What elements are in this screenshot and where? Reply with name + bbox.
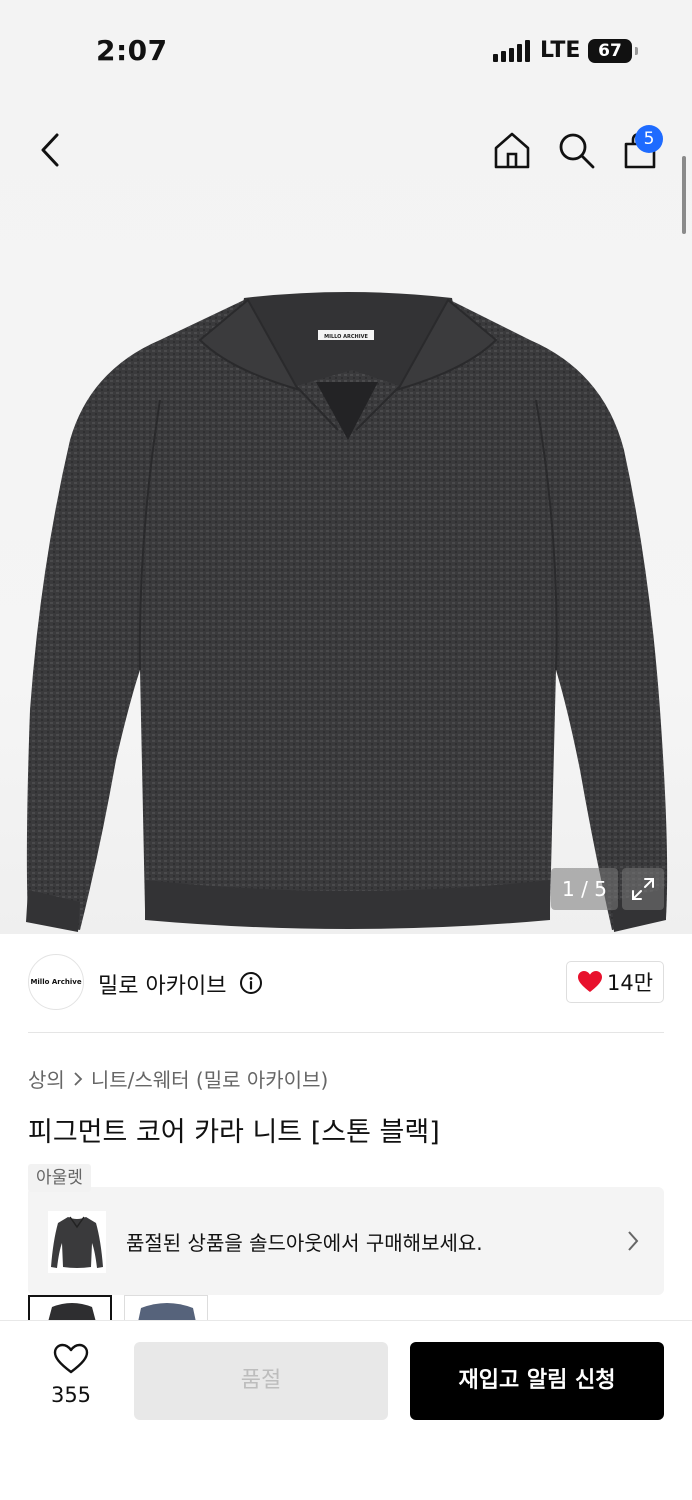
expand-icon	[632, 878, 654, 900]
search-button[interactable]	[554, 128, 598, 172]
wishlist-button[interactable]: 355	[36, 1343, 106, 1423]
cart-count-badge: 5	[635, 125, 663, 153]
back-button[interactable]	[30, 130, 70, 170]
garment-label: MILLO ARCHIVE	[324, 334, 368, 340]
search-icon	[559, 133, 595, 169]
breadcrumb-subcategory[interactable]: 니트/스웨터 (밀로 아카이브)	[91, 1064, 328, 1093]
image-counter: 1 / 5	[551, 868, 618, 910]
outlet-tag: 아울렛	[28, 1164, 91, 1192]
product-image	[26, 292, 668, 932]
heart-outline-icon	[53, 1343, 89, 1374]
breadcrumb-category[interactable]: 상의	[28, 1064, 65, 1093]
brand-name[interactable]: 밀로 아카이브	[98, 968, 226, 1000]
color-option-black[interactable]	[28, 1295, 112, 1320]
network-type: LTE	[540, 38, 581, 63]
chevron-left-icon	[41, 133, 59, 167]
scrollbar[interactable]	[682, 156, 686, 234]
soldout-button[interactable]: 품절	[134, 1342, 388, 1420]
expand-button[interactable]	[622, 868, 664, 910]
outlet-banner[interactable]: 품절된 상품을 솔드아웃에서 구매해보세요.	[28, 1187, 664, 1295]
color-options	[28, 1295, 228, 1320]
restock-alert-button[interactable]: 재입고 알림 신청	[410, 1342, 664, 1420]
home-button[interactable]	[490, 128, 534, 172]
chevron-right-icon	[628, 1231, 639, 1251]
status-bar: 2:07 LTE 67	[0, 0, 692, 100]
outlet-product-thumbnail	[48, 1211, 106, 1273]
heart-filled-icon	[577, 971, 602, 992]
color-option-black-image	[48, 1303, 96, 1320]
home-icon	[494, 132, 530, 169]
color-option-navy[interactable]	[124, 1295, 208, 1320]
divider	[28, 1032, 664, 1033]
product-title: 피그먼트 코어 카라 니트 [스톤 블랙]	[28, 1117, 440, 1148]
brand-like-button[interactable]: 14만	[566, 961, 664, 1003]
info-icon[interactable]	[239, 971, 263, 995]
outlet-message: 품절된 상품을 솔드아웃에서 구매해보세요.	[126, 1231, 483, 1255]
signal-icon	[493, 40, 530, 62]
brand-logo[interactable]: Millo Archive	[28, 954, 84, 1010]
bottom-action-bar: 355 품절 재입고 알림 신청	[0, 1320, 692, 1500]
color-option-navy-image	[138, 1303, 196, 1320]
chevron-right-icon	[74, 1071, 83, 1086]
status-time: 2:07	[96, 34, 168, 67]
breadcrumb: 상의 니트/스웨터 (밀로 아카이브)	[28, 1064, 328, 1093]
battery-icon: 67	[588, 39, 638, 63]
brand-row[interactable]: Millo Archive 밀로 아카이브 14만	[28, 952, 664, 1012]
wishlist-count: 355	[50, 1383, 92, 1407]
brand-like-count: 14만	[606, 971, 654, 995]
product-gallery[interactable]: MILLO ARCHIVE 1 / 5	[0, 100, 692, 934]
